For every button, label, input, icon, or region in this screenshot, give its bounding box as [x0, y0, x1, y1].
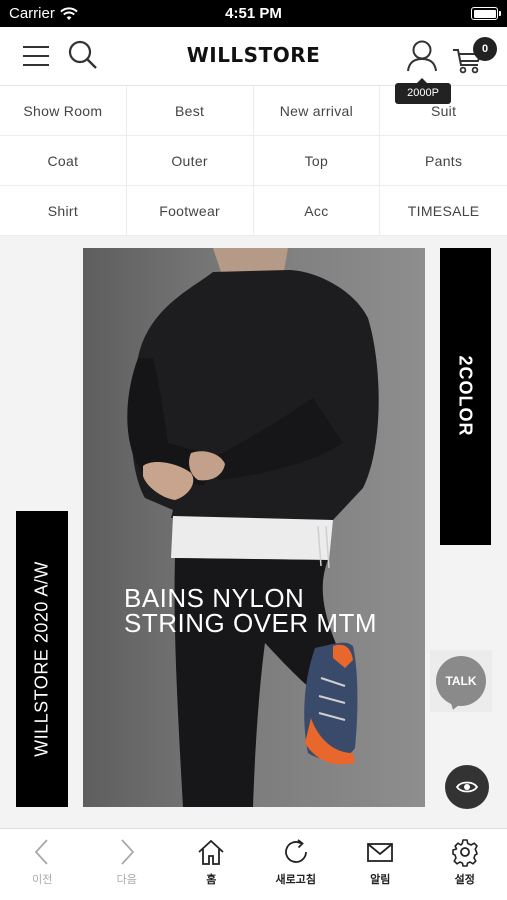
category-grid: Show Room Best New arrival Suit Coat Out… [0, 86, 507, 236]
home-button[interactable]: 홈 [169, 829, 254, 900]
category-show-room[interactable]: Show Room [0, 86, 127, 136]
points-tooltip: 2000P [395, 78, 451, 104]
chevron-left-icon [35, 839, 48, 865]
cart-count-badge: 0 [473, 37, 497, 61]
category-shirt[interactable]: Shirt [0, 186, 127, 236]
color-tag-label: 2COLOR [455, 355, 476, 437]
category-coat[interactable]: Coat [0, 136, 127, 186]
home-icon [198, 839, 224, 865]
gear-icon [451, 839, 478, 867]
battery-icon [471, 7, 501, 20]
clock: 4:51 PM [225, 5, 282, 22]
status-bar: Carrier 4:51 PM [0, 0, 507, 27]
app-header: WILLSTORE 0 [0, 27, 507, 86]
category-footwear[interactable]: Footwear [126, 186, 254, 236]
talk-label: TALK [445, 674, 477, 688]
settings-label: 설정 [454, 874, 475, 886]
banner-title: BAINS NYLON STRING OVER MTM [124, 585, 378, 638]
banner-title-line2: STRING OVER MTM [124, 608, 378, 638]
recent-view-button[interactable] [445, 765, 489, 809]
category-new-arrival[interactable]: New arrival [253, 86, 381, 136]
model-illustration [127, 248, 379, 807]
refresh-icon [284, 839, 307, 863]
talk-chat-button[interactable]: TALK [430, 650, 492, 712]
forward-label: 다음 [116, 874, 137, 886]
banner-photo[interactable]: BAINS NYLON STRING OVER MTM [83, 248, 425, 807]
category-pants[interactable]: Pants [380, 136, 507, 186]
main-banner: BAINS NYLON STRING OVER MTM 2COLOR WILLS… [0, 236, 507, 828]
season-tag-label: WILLSTORE 2020 A/W [31, 561, 52, 757]
back-button[interactable]: 이전 [0, 829, 85, 900]
user-icon[interactable] [406, 39, 438, 73]
refresh-label: 새로고침 [275, 874, 316, 886]
category-best[interactable]: Best [126, 86, 254, 136]
back-label: 이전 [32, 874, 53, 886]
forward-button[interactable]: 다음 [85, 829, 170, 900]
category-acc[interactable]: Acc [253, 186, 381, 236]
refresh-button[interactable]: 새로고침 [254, 829, 339, 900]
mail-icon [367, 843, 394, 862]
bottom-toolbar: 이전 다음 홈 새로고침 알림 설정 [0, 828, 507, 900]
color-tag: 2COLOR [440, 248, 491, 545]
category-timesale[interactable]: TIMESALE [380, 186, 507, 236]
talk-bubble-icon: TALK [436, 656, 486, 706]
notifications-label: 알림 [370, 874, 391, 886]
season-tag: WILLSTORE 2020 A/W [16, 511, 68, 807]
notifications-button[interactable]: 알림 [338, 829, 423, 900]
chevron-right-icon [121, 839, 134, 865]
category-outer[interactable]: Outer [126, 136, 254, 186]
settings-button[interactable]: 설정 [423, 829, 507, 900]
eye-icon [456, 781, 478, 793]
category-top[interactable]: Top [253, 136, 381, 186]
home-label: 홈 [206, 874, 217, 886]
